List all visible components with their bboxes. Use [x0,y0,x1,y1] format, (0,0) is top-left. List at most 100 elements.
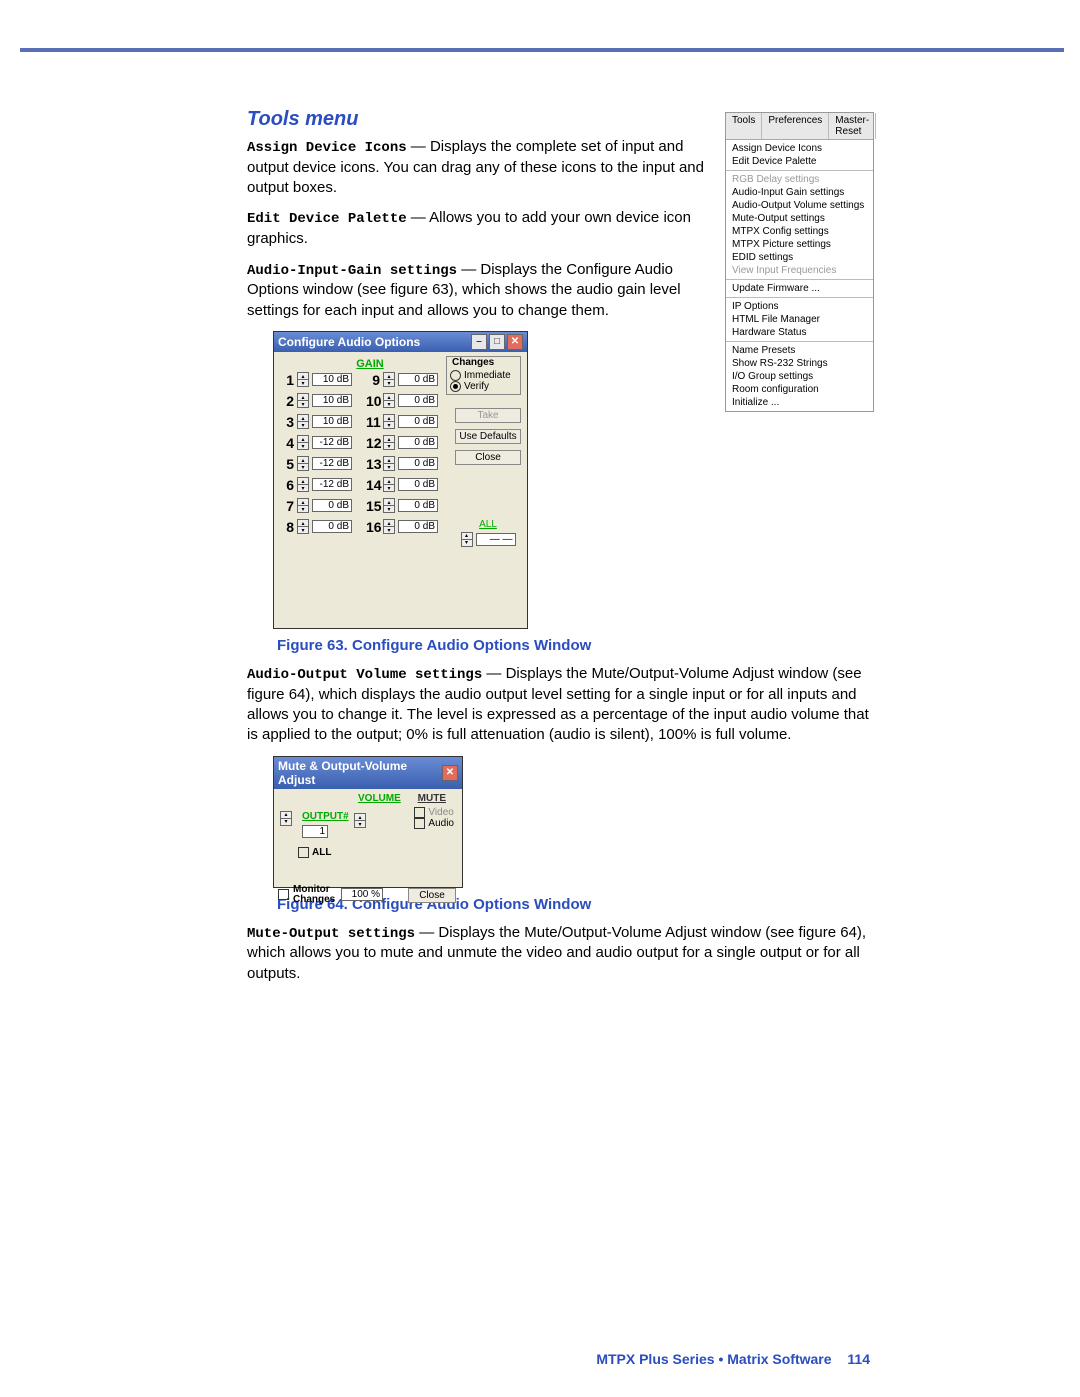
gain-spinner[interactable]: ▴▾ [297,435,309,450]
window-title: Configure Audio Options [278,335,420,349]
gain-spinner[interactable]: ▴▾ [297,456,309,471]
channel-num: 1 [280,372,294,388]
channel-num: 10 [366,393,380,409]
term-mute: Mute-Output settings [247,926,415,942]
output-label: OUTPUT# [302,811,349,822]
gain-spinner[interactable]: ▴▾ [383,477,395,492]
monitor-checkbox[interactable] [278,889,289,900]
gain-value: 10 dB [312,415,352,428]
gain-value: 0 dB [312,499,352,512]
changes-legend: Changes [450,357,496,368]
mute-window-title: Mute & Output-Volume Adjust [278,759,442,787]
gain-value: 0 dB [398,436,438,449]
mute-close-button[interactable]: Close [408,888,456,903]
gain-row: 4▴▾-12 dB12▴▾0 dB [280,435,438,451]
gain-value: 0 dB [398,457,438,470]
top-accent-bar [20,48,1064,52]
radio-verify[interactable] [450,381,461,392]
gain-row: 7▴▾0 dB15▴▾0 dB [280,498,438,514]
para-edit: Edit Device Palette — Allows you to add … [247,208,707,249]
close-button[interactable]: Close [455,450,521,465]
gain-spinner[interactable]: ▴▾ [297,498,309,513]
use-defaults-button[interactable]: Use Defaults [455,429,521,444]
gain-spinner[interactable]: ▴▾ [297,414,309,429]
gain-value: 0 dB [398,520,438,533]
changes-group: Changes Immediate Verify [446,356,521,395]
audio-options-window: Configure Audio Options – □ ✕ GAIN 1▴▾10… [273,331,528,629]
channel-num: 6 [280,477,294,493]
gain-spinner[interactable]: ▴▾ [383,498,395,513]
all-value: — — [476,533,516,546]
gain-row: 5▴▾-12 dB13▴▾0 dB [280,456,438,472]
channel-num: 8 [280,519,294,535]
channel-num: 12 [366,435,380,451]
gain-spinner[interactable]: ▴▾ [383,414,395,429]
channel-num: 5 [280,456,294,472]
gain-grid: 1▴▾10 dB9▴▾0 dB2▴▾10 dB10▴▾0 dB3▴▾10 dB1… [280,372,438,540]
gain-value: 0 dB [398,394,438,407]
video-checkbox[interactable] [414,807,425,818]
gain-value: -12 dB [312,457,352,470]
channel-num: 7 [280,498,294,514]
channel-num: 13 [366,456,380,472]
gain-value: 0 dB [398,415,438,428]
window-titlebar: Configure Audio Options – □ ✕ [274,332,527,352]
term-aov: Audio-Output Volume settings [247,667,482,683]
term-again: Audio-Input-Gain settings [247,263,457,279]
gain-value: 10 dB [312,373,352,386]
content: Tools menu Assign Device Icons — Display… [247,108,871,994]
channel-num: 16 [366,519,380,535]
output-value: 1 [302,825,328,838]
radio-immediate[interactable] [450,370,461,381]
gain-spinner[interactable]: ▴▾ [383,393,395,408]
gain-spinner[interactable]: ▴▾ [297,372,309,387]
volume-label: VOLUME [358,793,401,804]
gain-spinner[interactable]: ▴▾ [297,519,309,534]
page-footer: MTPX Plus Series • Matrix Software 114 [596,1351,870,1367]
gain-spinner[interactable]: ▴▾ [383,456,395,471]
gain-spinner[interactable]: ▴▾ [383,435,395,450]
all-checkbox[interactable] [298,847,309,858]
percent-value: 100 % [341,888,383,901]
audio-checkbox[interactable] [414,818,425,829]
channel-num: 15 [366,498,380,514]
take-button[interactable]: Take [455,408,521,423]
channel-num: 9 [366,372,380,388]
channel-num: 4 [280,435,294,451]
term-assign: Assign Device Icons [247,140,407,156]
close-icon[interactable]: ✕ [442,765,458,781]
volume-spinner[interactable]: ▴▾ [354,813,366,828]
gain-row: 1▴▾10 dB9▴▾0 dB [280,372,438,388]
all-spinner[interactable]: ▴▾ [461,532,473,547]
channel-num: 2 [280,393,294,409]
output-spinner[interactable]: ▴▾ [280,811,292,826]
gain-value: -12 dB [312,436,352,449]
gain-spinner[interactable]: ▴▾ [383,519,395,534]
gain-spinner[interactable]: ▴▾ [297,477,309,492]
minimize-icon[interactable]: – [471,334,487,350]
figure-63-caption: Figure 63. Configure Audio Options Windo… [277,637,871,654]
gain-header: GAIN [340,358,400,370]
gain-row: 2▴▾10 dB10▴▾0 dB [280,393,438,409]
gain-value: 0 dB [398,373,438,386]
gain-value: 0 dB [398,499,438,512]
mute-titlebar: Mute & Output-Volume Adjust ✕ [274,757,462,789]
gain-value: 0 dB [312,520,352,533]
maximize-icon[interactable]: □ [489,334,505,350]
gain-row: 6▴▾-12 dB14▴▾0 dB [280,477,438,493]
gain-row: 8▴▾0 dB16▴▾0 dB [280,519,438,535]
term-edit: Edit Device Palette [247,211,407,227]
gain-spinner[interactable]: ▴▾ [297,393,309,408]
section-heading: Tools menu [247,108,871,131]
gain-spinner[interactable]: ▴▾ [383,372,395,387]
channel-num: 3 [280,414,294,430]
mute-label: MUTE [418,793,446,804]
gain-value: 0 dB [398,478,438,491]
gain-value: -12 dB [312,478,352,491]
mute-window: Mute & Output-Volume Adjust ✕ VOLUME OUT… [273,756,463,888]
page-number: 114 [847,1351,870,1367]
channel-num: 11 [366,414,380,430]
para-aov: Audio-Output Volume settings — Displays … [247,664,871,746]
gain-value: 10 dB [312,394,352,407]
close-icon[interactable]: ✕ [507,334,523,350]
